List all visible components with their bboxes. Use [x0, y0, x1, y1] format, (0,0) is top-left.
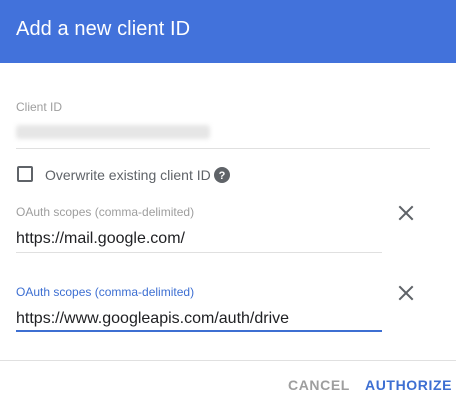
dialog-title: Add a new client ID: [16, 18, 191, 40]
help-icon[interactable]: ?: [214, 167, 230, 183]
scope-1-input[interactable]: https://mail.google.com/: [16, 230, 185, 248]
scope-2-underline: [16, 330, 382, 332]
dialog-header: Add a new client ID: [0, 0, 456, 63]
client-id-field[interactable]: [16, 125, 210, 139]
close-icon: [398, 285, 414, 301]
remove-scope-2-button[interactable]: [394, 281, 418, 305]
scope-2-input[interactable]: https://www.googleapis.com/auth/drive: [16, 310, 289, 328]
authorize-button[interactable]: AUTHORIZE: [365, 377, 452, 393]
client-id-label: Client ID: [16, 100, 63, 114]
close-icon: [398, 205, 414, 221]
svg-text:?: ?: [219, 170, 226, 182]
add-client-id-dialog: Add a new client ID Client ID Overwrite …: [0, 0, 456, 401]
remove-scope-1-button[interactable]: [394, 201, 418, 225]
scope-1-underline: [16, 252, 382, 253]
cancel-button[interactable]: CANCEL: [288, 377, 350, 393]
client-id-underline: [16, 148, 430, 149]
overwrite-label[interactable]: Overwrite existing client ID: [45, 167, 211, 183]
scope-1-label: OAuth scopes (comma-delimited): [16, 205, 195, 219]
scope-2-label: OAuth scopes (comma-delimited): [16, 285, 195, 299]
overwrite-checkbox[interactable]: [17, 166, 33, 182]
dialog-body: Client ID Overwrite existing client ID ?…: [0, 63, 456, 361]
